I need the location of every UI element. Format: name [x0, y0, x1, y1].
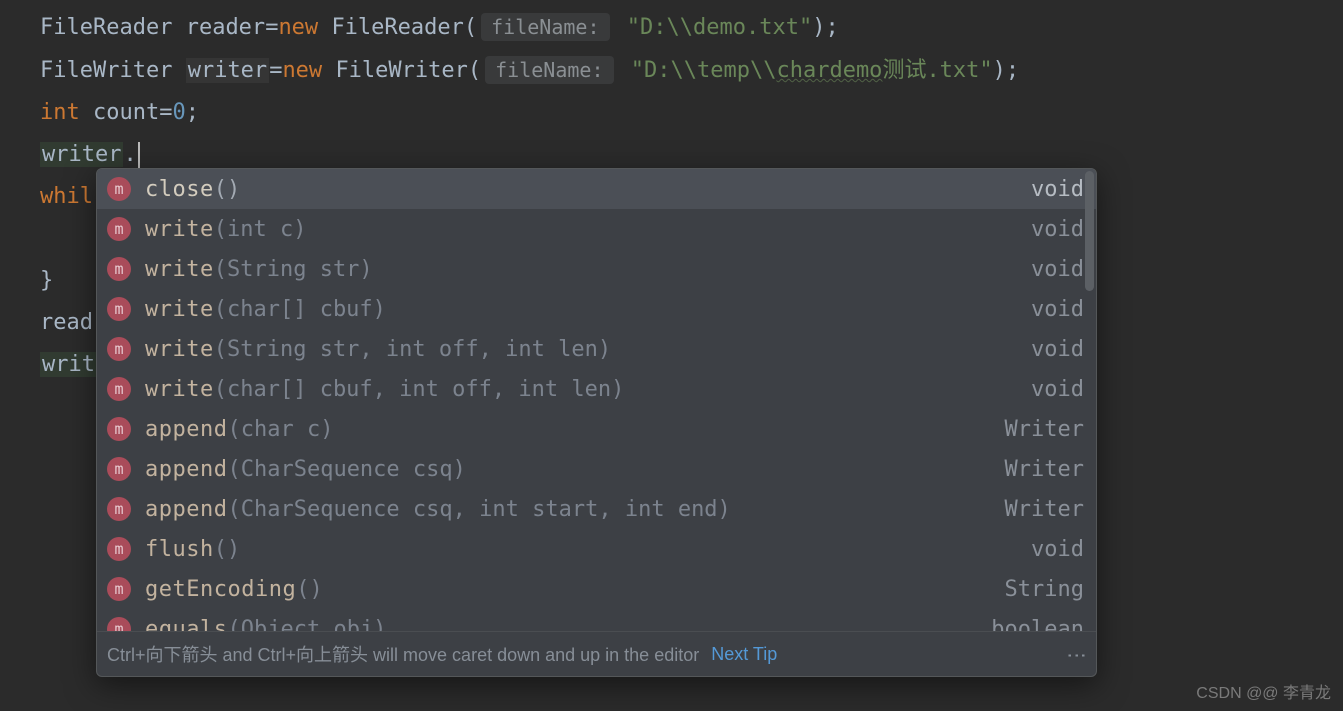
code-line[interactable]: FileWriter writer=new FileWriter(fileNam… [40, 49, 1343, 92]
completion-item[interactable]: mappend(CharSequence csq) Writer [97, 449, 1096, 489]
return-type: void [1031, 377, 1084, 402]
method-params: () [214, 537, 241, 562]
method-icon: m [107, 537, 131, 561]
param-hint: fileName: [485, 56, 613, 84]
method-params: (String str, int off, int len) [214, 337, 611, 362]
method-params: () [296, 577, 323, 602]
number-literal: 0 [172, 100, 185, 125]
var-token: reader [186, 15, 265, 40]
param-hint: fileName: [481, 13, 609, 41]
method-params: (char c) [227, 417, 333, 442]
keyword-int: int [40, 100, 80, 125]
completion-item[interactable]: mwrite(int c) void [97, 209, 1096, 249]
method-name: equals [145, 617, 227, 632]
completion-item[interactable]: mwrite(char[] cbuf, int off, int len) voi… [97, 369, 1096, 409]
method-icon: m [107, 337, 131, 361]
keyword-while: whil [40, 184, 93, 209]
method-name: flush [145, 537, 214, 562]
code-line[interactable]: FileReader reader=new FileReader(fileNam… [40, 6, 1343, 49]
method-params: (String str) [214, 257, 373, 282]
text-caret [138, 142, 140, 168]
var-token: count [93, 100, 159, 125]
method-icon: m [107, 497, 131, 521]
method-icon: m [107, 377, 131, 401]
brace-token: } [40, 268, 53, 293]
method-icon: m [107, 457, 131, 481]
method-params: (CharSequence csq) [227, 457, 465, 482]
type-token: FileReader [40, 15, 172, 40]
method-name: write [145, 337, 214, 362]
string-literal: "D:\\demo.txt" [627, 15, 812, 40]
method-icon: m [107, 217, 131, 241]
code-line[interactable]: int count=0; [40, 92, 1343, 134]
more-options-icon[interactable]: ⋮ [1065, 645, 1090, 663]
return-type: void [1031, 257, 1084, 282]
completion-item[interactable]: mclose() void [97, 169, 1096, 209]
return-type: void [1031, 337, 1084, 362]
method-name: append [145, 457, 227, 482]
method-params: (CharSequence csq, int start, int end) [227, 497, 730, 522]
method-icon: m [107, 417, 131, 441]
method-name: write [145, 377, 214, 402]
type-token: FileWriter [40, 58, 172, 83]
method-icon: m [107, 577, 131, 601]
code-completion-popup[interactable]: mclose()voidmwrite(int c)voidmwrite(Stri… [96, 168, 1097, 677]
code-fragment: read [40, 310, 93, 335]
method-params: (int c) [214, 217, 307, 242]
method-name: write [145, 217, 214, 242]
string-literal: "D:\\temp\\chardemo测试.txt" [631, 58, 993, 83]
return-type: void [1031, 177, 1084, 202]
tip-text: Ctrl+向下箭头 and Ctrl+向上箭头 will move caret … [107, 641, 699, 667]
method-name: append [145, 417, 227, 442]
method-params: () [214, 177, 241, 202]
completion-item[interactable]: mappend(char c) Writer [97, 409, 1096, 449]
code-fragment: writ [40, 352, 97, 377]
class-token: FileReader [331, 15, 463, 40]
keyword-new: new [282, 58, 322, 83]
var-token: writer [40, 142, 123, 167]
return-type: void [1031, 537, 1084, 562]
return-type: Writer [1005, 417, 1084, 442]
method-params: (char[] cbuf, int off, int len) [214, 377, 625, 402]
method-name: write [145, 297, 214, 322]
completion-item[interactable]: mwrite(char[] cbuf) void [97, 289, 1096, 329]
method-name: close [145, 177, 214, 202]
popup-footer: Ctrl+向下箭头 and Ctrl+向上箭头 will move caret … [97, 631, 1096, 676]
return-type: void [1031, 217, 1084, 242]
return-type: void [1031, 297, 1084, 322]
method-icon: m [107, 297, 131, 321]
method-name: append [145, 497, 227, 522]
completion-item[interactable]: mequals(Object obj) boolean [97, 609, 1096, 631]
completion-item[interactable]: mappend(CharSequence csq, int start, int… [97, 489, 1096, 529]
watermark-text: CSDN @@ 李青龙 [1196, 679, 1331, 703]
return-type: Writer [1005, 497, 1084, 522]
completion-item[interactable]: m getEncoding() String [97, 569, 1096, 609]
return-type: String [1005, 577, 1084, 602]
completion-item[interactable]: mwrite(String str, int off, int len) void [97, 329, 1096, 369]
class-token: FileWriter [335, 58, 467, 83]
return-type: boolean [991, 617, 1084, 632]
method-icon: m [107, 257, 131, 281]
method-params: (Object obj) [227, 617, 386, 632]
return-type: Writer [1005, 457, 1084, 482]
method-name: getEncoding [145, 577, 296, 602]
next-tip-link[interactable]: Next Tip [711, 644, 777, 665]
completion-item[interactable]: mwrite(String str) void [97, 249, 1096, 289]
method-params: (char[] cbuf) [214, 297, 386, 322]
method-icon: m [107, 617, 131, 631]
method-name: write [145, 257, 214, 282]
completion-item[interactable]: mflush() void [97, 529, 1096, 569]
keyword-new: new [278, 15, 318, 40]
var-token: writer [186, 58, 269, 83]
completion-list[interactable]: mclose()voidmwrite(int c)voidmwrite(Stri… [97, 169, 1096, 631]
method-icon: m [107, 177, 131, 201]
scrollbar-thumb[interactable] [1085, 171, 1094, 291]
